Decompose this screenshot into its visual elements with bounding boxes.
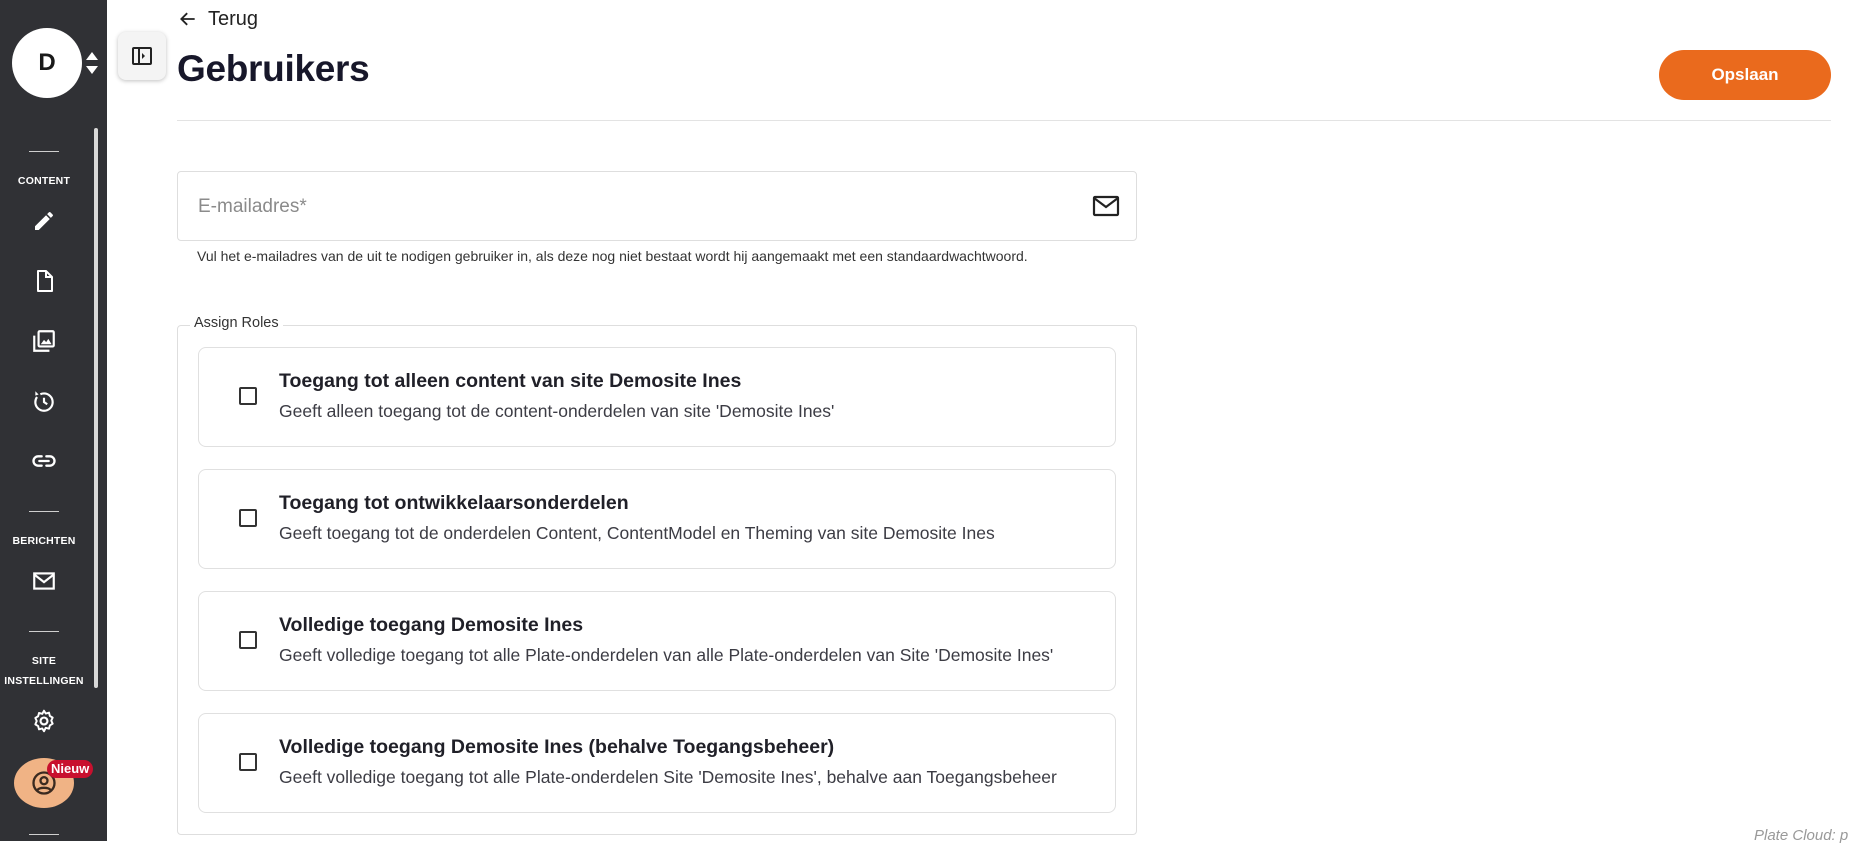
email-field — [177, 171, 1137, 242]
settings-icon — [34, 709, 54, 733]
nav-history[interactable] — [29, 386, 59, 416]
nav-messages[interactable] — [29, 566, 59, 596]
role-description: Geeft alleen toegang tot de content-onde… — [279, 401, 835, 421]
section-label-content: CONTENT — [17, 175, 71, 187]
toggle-sidebar-button[interactable] — [118, 32, 166, 80]
sidebar-toggle-icon — [132, 47, 152, 65]
new-badge: Nieuw — [47, 760, 94, 778]
section-label-berichten: BERICHTEN — [12, 535, 76, 547]
nav-edit[interactable] — [29, 206, 59, 236]
divider — [29, 511, 59, 512]
site-avatar[interactable]: D — [12, 28, 82, 98]
page-title: Gebruikers — [177, 48, 370, 89]
link-icon — [32, 455, 56, 467]
role-title: Toegang tot alleen content van site Demo… — [279, 370, 742, 392]
sidebar: D CONTENT BERICHTEN SITE INSTELLINGEN Ni… — [0, 0, 107, 841]
history-icon — [34, 391, 54, 412]
role-title: Toegang tot ontwikkelaarsonderdelen — [279, 492, 629, 514]
role-checkbox[interactable] — [239, 631, 257, 649]
email-input[interactable] — [196, 172, 1060, 242]
back-link[interactable]: Terug — [178, 6, 258, 32]
roles-legend: Assign Roles — [190, 315, 283, 331]
role-option[interactable]: Toegang tot alleen content van site Demo… — [198, 347, 1116, 447]
divider — [29, 631, 59, 632]
divider — [29, 151, 59, 152]
section-label-site: SITE — [31, 655, 57, 667]
role-description: Geeft volledige toegang tot alle Plate-o… — [279, 767, 1057, 787]
email-helper-text: Vul het e-mailadres van de uit te nodige… — [197, 248, 1028, 264]
section-label-instellingen: INSTELLINGEN — [4, 675, 84, 687]
role-title: Volledige toegang Demosite Ines (behalve… — [279, 736, 835, 758]
mail-icon — [33, 572, 55, 590]
divider — [29, 834, 59, 835]
header-divider — [177, 120, 1831, 121]
role-title: Volledige toegang Demosite Ines — [279, 614, 584, 636]
role-description: Geeft volledige toegang tot alle Plate-o… — [279, 645, 1054, 665]
role-description: Geeft toegang tot de onderdelen Content,… — [279, 523, 995, 543]
sidebar-scrollbar[interactable] — [94, 128, 98, 688]
role-checkbox[interactable] — [239, 753, 257, 771]
site-switch-icon[interactable] — [84, 48, 100, 78]
nav-pages[interactable] — [29, 266, 59, 296]
nav-media[interactable] — [29, 326, 59, 356]
role-checkbox[interactable] — [239, 509, 257, 527]
footer-note: Plate Cloud: p — [1754, 827, 1849, 844]
mail-icon — [1092, 195, 1120, 217]
role-checkbox[interactable] — [239, 387, 257, 405]
role-option[interactable]: Volledige toegang Demosite Ines Geeft vo… — [198, 591, 1116, 691]
arrow-left-icon — [180, 12, 195, 26]
edit-icon — [35, 211, 53, 230]
nav-links[interactable] — [29, 446, 59, 476]
role-option[interactable]: Toegang tot ontwikkelaarsonderdelen Geef… — [198, 469, 1116, 569]
document-icon — [37, 270, 53, 292]
role-option[interactable]: Volledige toegang Demosite Ines (behalve… — [198, 713, 1116, 813]
images-icon — [33, 330, 55, 352]
save-button[interactable]: Opslaan — [1659, 50, 1831, 100]
nav-settings[interactable] — [29, 706, 59, 736]
back-label: Terug — [208, 7, 259, 30]
